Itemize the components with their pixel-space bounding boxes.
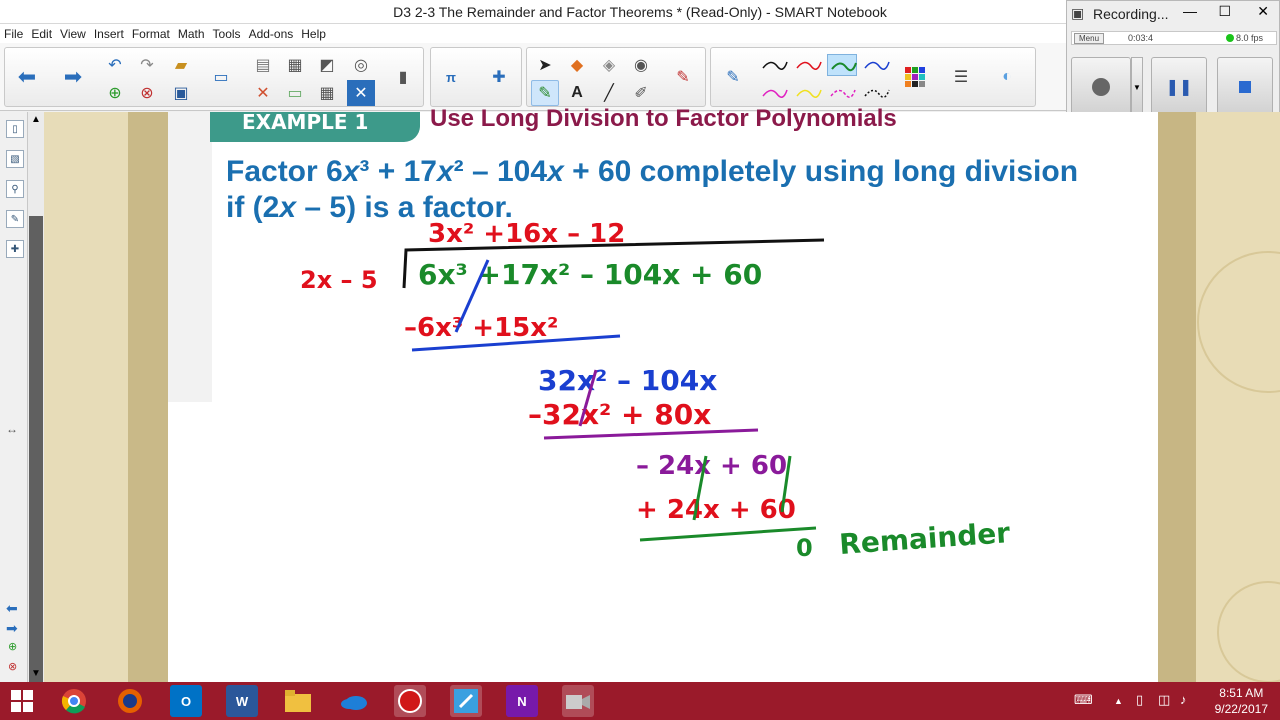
handwriting-layer: 3x² +16x – 12 2x – 5 6x³ +17x² – 104x + … (300, 219, 1011, 562)
step2-text: 32x² – 104x (538, 364, 717, 397)
taskbar: O W N ⌨ ▲ ▯ ◫ ♪ 8:51 AM 9/22/2017 (0, 682, 1280, 720)
remainder-value: 0 (796, 534, 813, 562)
clock-date: 9/22/2017 (1214, 702, 1268, 716)
clock-time: 8:51 AM (1219, 686, 1264, 700)
onedrive-icon[interactable] (338, 685, 370, 717)
chrome-icon[interactable] (58, 685, 90, 717)
remainder-label: Remainder (838, 516, 1011, 561)
smart-notebook-icon[interactable] (394, 685, 426, 717)
step5-text: + 24x + 60 (636, 495, 796, 525)
file-explorer-icon[interactable] (282, 685, 314, 717)
quotient-text: 3x² +16x – 12 (428, 219, 625, 249)
subtract-line-3 (639, 526, 817, 542)
step4-text: – 24x + 60 (636, 451, 787, 481)
tray-expand-icon[interactable]: ▲ (1114, 696, 1123, 706)
onenote-icon[interactable]: N (506, 685, 538, 717)
volume-icon[interactable]: ♪ (1180, 692, 1187, 707)
notebook-window-icon[interactable] (450, 685, 482, 717)
subtract-line-2 (543, 428, 759, 440)
recorder-taskbar-icon[interactable] (562, 685, 594, 717)
outlook-icon[interactable]: O (170, 685, 202, 717)
start-icon[interactable] (6, 685, 38, 717)
divisor-text: 2x – 5 (300, 266, 378, 294)
battery-icon[interactable]: ▯ (1136, 692, 1143, 708)
system-clock[interactable]: 8:51 AM 9/22/2017 (1215, 685, 1268, 717)
step1-text: –6x³ +15x² (404, 313, 558, 343)
step3-text: –32x² + 80x (528, 398, 711, 431)
network-icon[interactable]: ◫ (1158, 692, 1170, 708)
firefox-icon[interactable] (114, 685, 146, 717)
word-icon[interactable]: W (226, 685, 258, 717)
dividend-text: 6x³ +17x² – 104x + 60 (418, 258, 762, 291)
keyboard-icon[interactable]: ⌨ (1074, 692, 1093, 708)
